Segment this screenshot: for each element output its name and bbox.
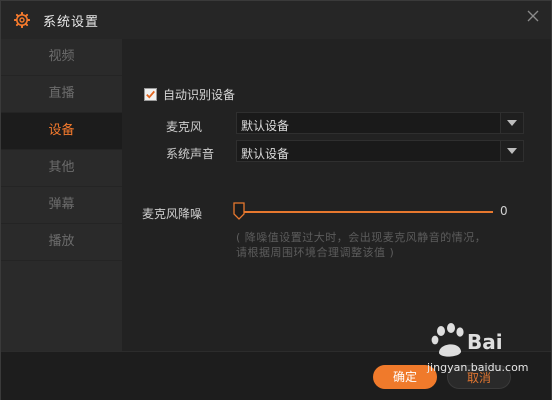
auto-detect-row[interactable]: 自动识别设备 bbox=[144, 86, 235, 102]
checkmark-icon bbox=[146, 90, 155, 99]
microphone-select[interactable]: 默认设备 bbox=[236, 112, 524, 134]
window-title: 系统设置 bbox=[43, 15, 100, 30]
sidebar-item-device[interactable]: 设备 bbox=[1, 113, 122, 150]
auto-detect-label: 自动识别设备 bbox=[163, 87, 236, 102]
sidebar-item-other[interactable]: 其他 bbox=[1, 150, 122, 187]
settings-sidebar: 视频 直播 设备 其他 弹幕 播放 bbox=[1, 39, 122, 351]
sidebar-item-danmaku[interactable]: 弹幕 bbox=[1, 187, 122, 224]
system-audio-select[interactable]: 默认设备 bbox=[236, 140, 524, 162]
title-bar: 系统设置 bbox=[1, 1, 551, 40]
svg-text:Bai: Bai bbox=[467, 330, 503, 354]
microphone-label: 麦克风 bbox=[166, 120, 203, 134]
system-audio-dropdown-button[interactable] bbox=[500, 141, 523, 161]
baidu-watermark: Bai jingyan.baidu.com bbox=[419, 319, 529, 379]
auto-detect-checkbox[interactable] bbox=[144, 87, 157, 101]
noise-hint-line1: ( 降噪值设置过大时，会出现麦克风静音的情况， bbox=[236, 231, 487, 244]
close-icon[interactable] bbox=[526, 9, 540, 23]
chevron-down-icon bbox=[507, 148, 517, 154]
sidebar-item-live[interactable]: 直播 bbox=[1, 76, 122, 113]
settings-window: 系统设置 视频 直播 设备 其他 弹幕 播放 自动识别设备 麦克风 默认设备 系… bbox=[0, 0, 552, 400]
noise-hint-line2: 请根据周围环境合理调整该值 ) bbox=[236, 246, 395, 259]
chevron-down-icon bbox=[507, 120, 517, 126]
noise-reduction-slider-thumb[interactable] bbox=[233, 202, 245, 220]
noise-reduction-slider-track[interactable] bbox=[236, 211, 493, 213]
noise-reduction-label: 麦克风降噪 bbox=[142, 207, 203, 221]
microphone-dropdown-button[interactable] bbox=[500, 113, 523, 133]
watermark-text: jingyan.baidu.com bbox=[427, 361, 529, 374]
system-audio-label: 系统声音 bbox=[166, 147, 215, 161]
device-settings-panel: 自动识别设备 麦克风 默认设备 系统声音 默认设备 麦克风降噪 0 (降噪值设… bbox=[122, 39, 551, 351]
gear-icon bbox=[14, 12, 30, 28]
sidebar-item-video[interactable]: 视频 bbox=[1, 39, 122, 76]
baidu-paw-logo-icon: Bai bbox=[431, 323, 503, 357]
system-audio-select-value: 默认设备 bbox=[241, 147, 290, 161]
noise-reduction-value: 0 bbox=[500, 204, 508, 218]
microphone-select-value: 默认设备 bbox=[241, 119, 290, 133]
sidebar-item-playback[interactable]: 播放 bbox=[1, 224, 122, 261]
